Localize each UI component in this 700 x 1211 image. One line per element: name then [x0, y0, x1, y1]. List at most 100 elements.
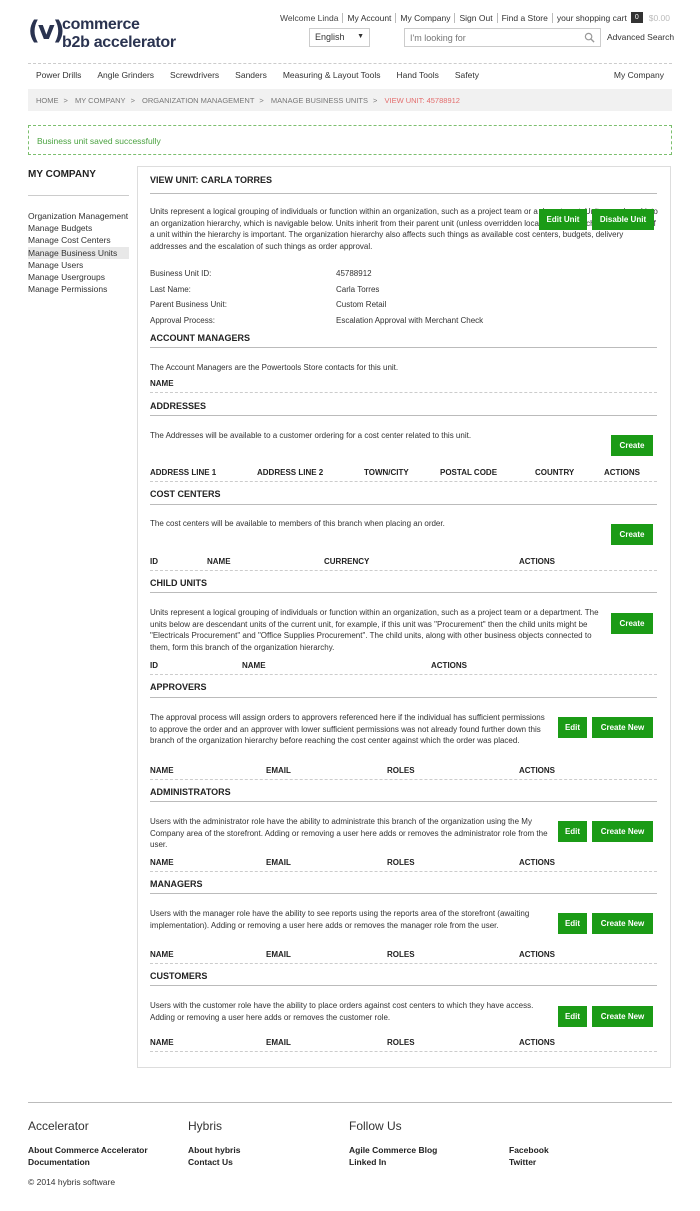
sidebar-item-usergroups[interactable]: Manage Usergroups — [28, 271, 129, 283]
sign-out-link[interactable]: Sign Out — [459, 13, 492, 23]
copyright: © 2014 hybris software — [28, 1177, 116, 1187]
breadcrumb-org[interactable]: ORGANIZATION MANAGEMENT — [142, 96, 254, 105]
divider — [150, 963, 657, 964]
disable-unit-button[interactable]: Disable Unit — [592, 209, 654, 230]
section-text: Users with the administrator role have t… — [150, 817, 548, 849]
nav-item-angle-grinders[interactable]: Angle Grinders — [89, 67, 162, 86]
search-input[interactable] — [405, 29, 575, 46]
top-links: Welcome Linda My Account My Company Sign… — [280, 12, 670, 23]
footer-heading: Follow Us — [349, 1119, 402, 1133]
search-box — [404, 28, 601, 47]
nav-item-safety[interactable]: Safety — [447, 67, 487, 86]
divider — [150, 193, 657, 194]
divider — [150, 1051, 657, 1052]
cart-count-badge[interactable]: 0 — [630, 12, 643, 23]
my-company-link[interactable]: My Company — [400, 13, 450, 23]
footer-heading: Accelerator — [28, 1119, 89, 1133]
create-customer-button[interactable]: Create New — [592, 1006, 653, 1027]
column-header: ACTIONS — [519, 557, 555, 566]
column-header: NAME — [150, 950, 174, 959]
section-title: ACCOUNT MANAGERS — [150, 333, 250, 343]
footer-heading: Hybris — [188, 1119, 223, 1133]
nav-item-sanders[interactable]: Sanders — [227, 67, 275, 86]
nav-item-hand-tools[interactable]: Hand Tools — [389, 67, 447, 86]
sidebar-item-business-units[interactable]: Manage Business Units — [28, 246, 129, 259]
column-header: ACTIONS — [519, 950, 555, 959]
create-address-button[interactable]: Create — [611, 435, 653, 456]
create-manager-button[interactable]: Create New — [592, 913, 653, 934]
footer-link-documentation[interactable]: Documentation — [28, 1157, 90, 1167]
divider — [150, 674, 657, 675]
footer-link-linkedin[interactable]: Linked In — [349, 1157, 386, 1167]
create-administrator-button[interactable]: Create New — [592, 821, 653, 842]
logo[interactable]: (v) commerce b2b accelerator — [28, 15, 178, 55]
breadcrumb-home[interactable]: HOME — [36, 96, 59, 105]
create-approver-button[interactable]: Create New — [592, 717, 653, 738]
sidebar-title: MY COMPANY — [28, 169, 96, 180]
section-text: The Account Managers are the Powertools … — [150, 363, 399, 372]
divider — [28, 1102, 672, 1103]
footer-link-facebook[interactable]: Facebook — [509, 1145, 549, 1155]
column-header: ACTIONS — [604, 468, 640, 477]
create-cost-center-button[interactable]: Create — [611, 524, 653, 545]
logo-mark: (v) — [28, 16, 65, 46]
language-select[interactable]: English ▼ — [309, 28, 370, 47]
edit-managers-button[interactable]: Edit — [558, 913, 587, 934]
success-alert: Business unit saved successfully — [28, 125, 672, 155]
section-title: COST CENTERS — [150, 489, 221, 499]
sidebar-item-organization[interactable]: Organization Management — [28, 210, 129, 222]
section-text: The Addresses will be available to a cus… — [150, 431, 472, 440]
divider — [150, 415, 657, 416]
cart-link[interactable]: your shopping cart — [557, 13, 627, 23]
column-header: ROLES — [387, 1038, 415, 1047]
column-header: COUNTRY — [535, 468, 575, 477]
field-value: Custom Retail — [336, 300, 387, 309]
search-icon[interactable] — [584, 32, 595, 43]
find-store-link[interactable]: Find a Store — [502, 13, 548, 23]
edit-approvers-button[interactable]: Edit — [558, 717, 587, 738]
advanced-search-link[interactable]: Advanced Search — [607, 32, 674, 42]
footer-link-blog[interactable]: Agile Commerce Blog — [349, 1145, 437, 1155]
column-header: CURRENCY — [324, 557, 370, 566]
breadcrumb-my-company[interactable]: MY COMPANY — [75, 96, 126, 105]
column-header: ACTIONS — [431, 661, 467, 670]
breadcrumb-manage-units[interactable]: MANAGE BUSINESS UNITS — [271, 96, 368, 105]
language-selected: English — [315, 32, 345, 42]
column-header: EMAIL — [266, 950, 291, 959]
sidebar-item-cost-centers[interactable]: Manage Cost Centers — [28, 234, 129, 246]
column-header: ADDRESS LINE 1 — [150, 468, 217, 477]
column-header: ACTIONS — [519, 858, 555, 867]
edit-unit-button[interactable]: Edit Unit — [539, 209, 587, 230]
footer-link-about-hybris[interactable]: About hybris — [188, 1145, 240, 1155]
field-label: Last Name: — [150, 285, 191, 294]
sidebar-item-permissions[interactable]: Manage Permissions — [28, 283, 129, 295]
section-title: ADDRESSES — [150, 401, 207, 411]
field-value: 45788912 — [336, 269, 372, 278]
footer-link-twitter[interactable]: Twitter — [509, 1157, 536, 1167]
create-child-unit-button[interactable]: Create — [611, 613, 653, 634]
field-label: Business Unit ID: — [150, 269, 212, 278]
divider — [150, 392, 657, 393]
section-title: ADMINISTRATORS — [150, 787, 231, 797]
my-account-link[interactable]: My Account — [347, 13, 391, 23]
column-header: NAME — [150, 858, 174, 867]
column-header: TOWN/CITY — [364, 468, 409, 477]
column-header: NAME — [150, 1038, 174, 1047]
column-header: ROLES — [387, 766, 415, 775]
nav-item-measuring[interactable]: Measuring & Layout Tools — [275, 67, 389, 86]
footer-link-contact-us[interactable]: Contact Us — [188, 1157, 233, 1167]
edit-customers-button[interactable]: Edit — [558, 1006, 587, 1027]
nav-item-power-drills[interactable]: Power Drills — [28, 67, 89, 86]
field-label: Approval Process: — [150, 316, 215, 325]
divider — [150, 801, 657, 802]
column-header: NAME — [207, 557, 231, 566]
nav-item-screwdrivers[interactable]: Screwdrivers — [162, 67, 227, 86]
nav-item-my-company[interactable]: My Company — [606, 67, 672, 86]
edit-administrators-button[interactable]: Edit — [558, 821, 587, 842]
divider — [150, 592, 657, 593]
sidebar-item-budgets[interactable]: Manage Budgets — [28, 222, 129, 234]
section-title: CHILD UNITS — [150, 578, 207, 588]
field-value: Escalation Approval with Merchant Check — [336, 316, 484, 325]
footer-link-about-accelerator[interactable]: About Commerce Accelerator — [28, 1145, 148, 1155]
sidebar-item-users[interactable]: Manage Users — [28, 259, 129, 271]
